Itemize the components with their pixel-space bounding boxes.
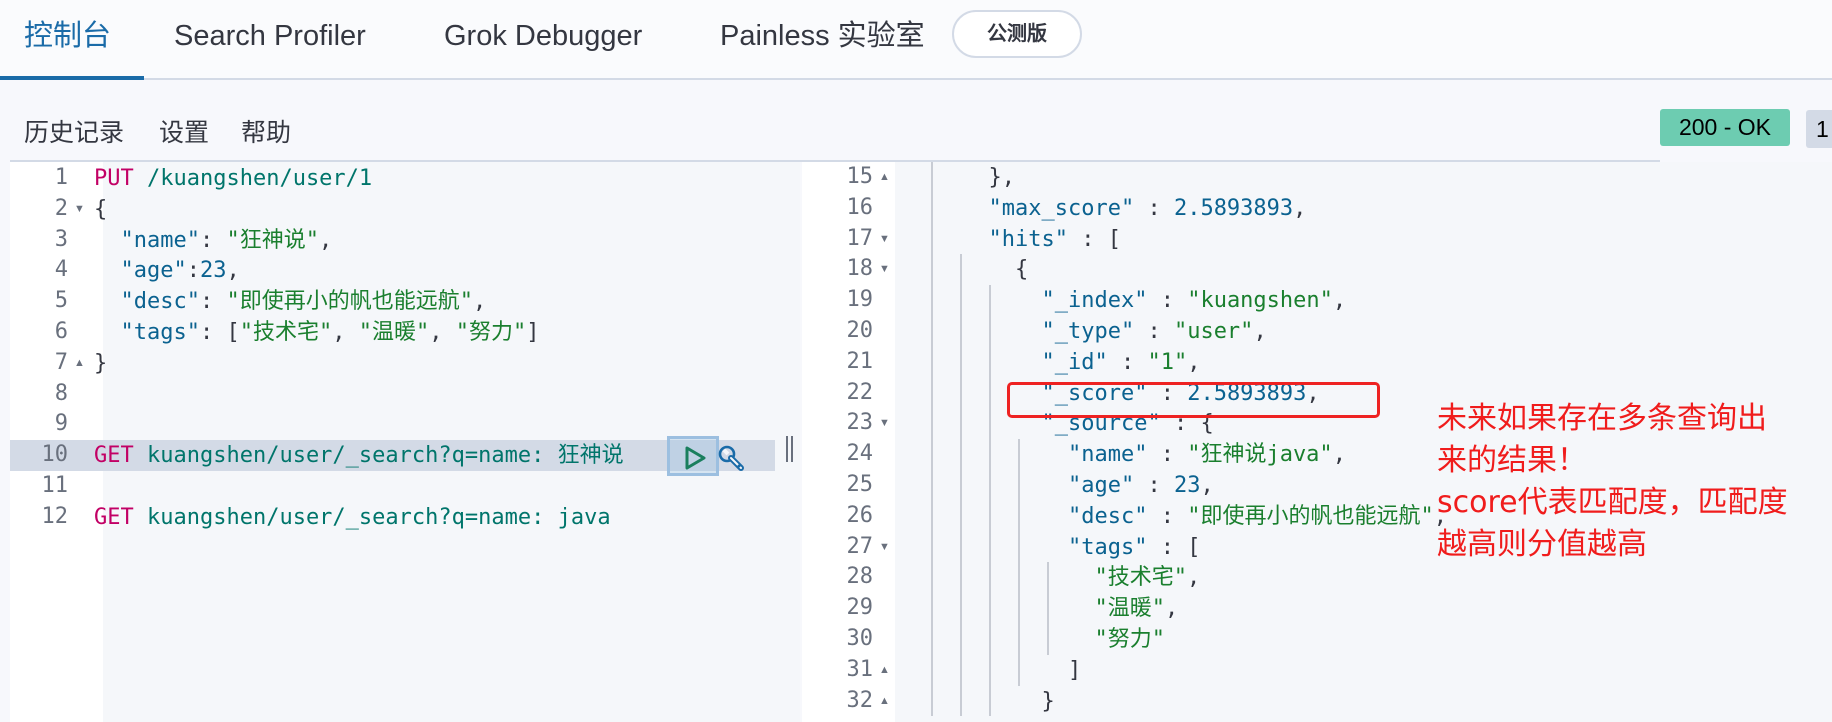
line-number: 22	[846, 379, 874, 405]
app-tabs: 控制台 Search Profiler Grok Debugger Painle…	[0, 0, 1832, 80]
line-number: 8	[54, 380, 68, 406]
tab-painless-lab[interactable]: Painless 实验室	[720, 16, 925, 56]
code-line[interactable]: "_id" : "1",	[962, 347, 1200, 378]
code-line[interactable]: "hits" : [	[962, 224, 1121, 255]
line-number: 15	[846, 164, 874, 189]
line-number: 28	[846, 564, 874, 590]
beta-badge: 公测版	[952, 10, 1082, 58]
line-number: 16	[846, 194, 874, 220]
line-number: 25	[846, 472, 874, 497]
fold-expand-icon[interactable]: ▲	[879, 162, 890, 193]
tab-console[interactable]: 控制台	[24, 16, 111, 56]
code-line[interactable]: "技术宅",	[962, 562, 1200, 593]
code-line[interactable]: ]	[962, 655, 1081, 686]
code-line[interactable]: }	[962, 686, 1054, 717]
wrench-icon[interactable]	[716, 443, 748, 475]
history-link[interactable]: 历史记录	[24, 113, 124, 149]
code-line[interactable]: {	[94, 194, 107, 225]
line-number: 30	[846, 626, 874, 651]
indent-guide	[931, 162, 933, 717]
active-tab-indicator	[0, 76, 144, 80]
line-number: 6	[54, 319, 68, 344]
indent-guide	[1047, 562, 1049, 655]
line-number: 24	[846, 441, 874, 467]
fold-collapse-icon[interactable]: ▼	[74, 194, 85, 225]
tab-search-profiler[interactable]: Search Profiler	[174, 16, 366, 56]
line-number: 18	[846, 256, 874, 282]
indent-guide	[1018, 439, 1020, 686]
line-number: 9	[54, 411, 68, 437]
line-number: 20	[846, 318, 874, 343]
request-time-badge: 1	[1806, 110, 1832, 148]
line-number: 19	[846, 287, 874, 313]
fold-collapse-icon[interactable]: ▼	[879, 254, 890, 285]
code-line[interactable]: PUT /kuangshen/user/1	[94, 163, 372, 194]
line-number: 12	[41, 503, 69, 529]
line-number: 2	[54, 195, 68, 221]
indent-guide	[989, 285, 991, 717]
line-number: 3	[54, 226, 68, 252]
code-line[interactable]: "tags": ["技术宅", "温暖", "努力"]	[94, 317, 540, 348]
line-number: 4	[54, 257, 68, 283]
code-line[interactable]: GET kuangshen/user/_search?q=name: java	[94, 502, 611, 533]
code-line[interactable]: }	[94, 348, 107, 379]
code-line[interactable]: "温暖",	[962, 593, 1178, 624]
annotation-note: 未来如果存在多条查询出 来的结果！ score代表匹配度，匹配度 越高则分值越高	[1437, 398, 1832, 566]
line-number: 17	[846, 225, 874, 251]
line-number: 21	[846, 348, 874, 374]
code-line[interactable]: "age" : 23,	[962, 470, 1214, 501]
annotation-line: 来的结果！	[1437, 443, 1587, 478]
line-number: 10	[41, 442, 69, 468]
code-line[interactable]: "_type" : "user",	[962, 316, 1266, 347]
code-line[interactable]: {	[962, 254, 1028, 285]
line-number: 5	[54, 288, 68, 314]
indent-guide	[960, 254, 962, 717]
code-line[interactable]: "desc" : "即使再小的帆也能远航",	[962, 501, 1447, 532]
line-number: 32	[846, 687, 874, 713]
code-line[interactable]: "努力"	[962, 624, 1165, 655]
code-line[interactable]: "max_score" : 2.5893893,	[962, 193, 1307, 224]
fold-expand-icon[interactable]: ▲	[74, 348, 85, 379]
fold-collapse-icon[interactable]: ▼	[879, 408, 890, 439]
line-number: 29	[846, 595, 874, 621]
fold-expand-icon[interactable]: ▲	[879, 686, 890, 717]
code-line[interactable]: "tags" : [	[962, 532, 1200, 563]
play-icon[interactable]	[682, 445, 708, 471]
help-link[interactable]: 帮助	[241, 113, 291, 149]
code-line[interactable]: "_index" : "kuangshen",	[962, 285, 1346, 316]
code-line[interactable]: "age":23,	[94, 255, 240, 286]
fold-expand-icon[interactable]: ▲	[879, 655, 890, 686]
tab-grok-debugger[interactable]: Grok Debugger	[444, 16, 642, 56]
line-number: 11	[41, 473, 69, 498]
pane-resize-handle[interactable]	[785, 436, 795, 462]
code-line[interactable]: },	[962, 162, 1015, 193]
line-number: 1	[54, 165, 68, 190]
code-line[interactable]: "name": "狂神说",	[94, 225, 333, 256]
score-highlight-box	[1007, 382, 1380, 418]
status-badge: 200 - OK	[1660, 109, 1790, 146]
line-number: 27	[846, 533, 874, 559]
line-number: 23	[846, 410, 874, 436]
annotation-line: 越高则分值越高	[1437, 527, 1647, 562]
annotation-line: score代表匹配度，匹配度	[1437, 485, 1788, 520]
line-number: 31	[846, 656, 874, 682]
line-number: 7	[54, 349, 68, 375]
fold-collapse-icon[interactable]: ▼	[879, 532, 890, 563]
settings-link[interactable]: 设置	[159, 113, 209, 149]
fold-collapse-icon[interactable]: ▼	[879, 224, 890, 255]
code-line[interactable]: GET kuangshen/user/_search?q=name: 狂神说	[94, 440, 624, 471]
line-number: 26	[846, 502, 874, 528]
annotation-line: 未来如果存在多条查询出	[1437, 401, 1767, 436]
code-line[interactable]: "desc": "即使再小的帆也能远航",	[94, 286, 487, 317]
